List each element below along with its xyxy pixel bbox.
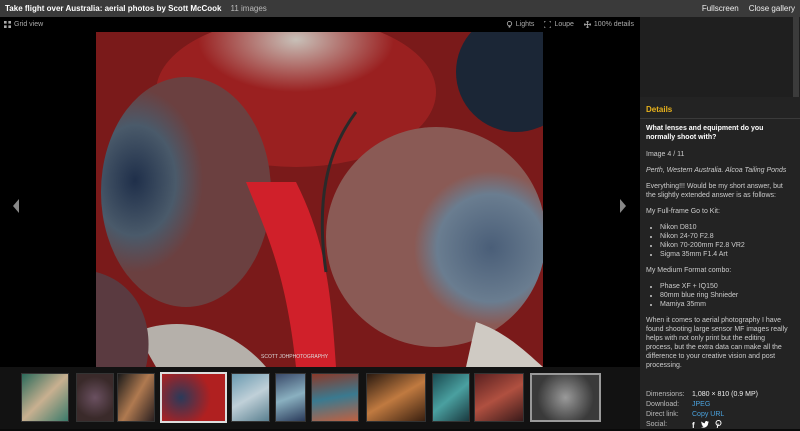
list-item: Mamiya 35mm bbox=[660, 300, 792, 309]
dimensions-value: 1,080 × 810 (0.9 MP) bbox=[692, 391, 758, 398]
loupe-icon bbox=[544, 21, 552, 28]
chevron-left-icon bbox=[13, 199, 19, 213]
gallery-title: Take flight over Australia: aerial photo… bbox=[5, 4, 222, 13]
viewer-toolbar: Grid view Lights Loupe 100% details bbox=[0, 19, 640, 31]
thumbnail-3[interactable] bbox=[117, 373, 155, 422]
main-photo[interactable]: SCOTT JOHPHOTOGRAPHY bbox=[96, 32, 543, 367]
move-icon bbox=[583, 21, 591, 28]
aerial-photo-image: SCOTT JOHPHOTOGRAPHY bbox=[96, 32, 543, 367]
grid-view-label: Grid view bbox=[14, 21, 44, 28]
list-item: Nikon D810 bbox=[660, 223, 792, 232]
zoom-details-button[interactable]: 100% details bbox=[583, 21, 634, 28]
zoom-details-label: 100% details bbox=[593, 21, 634, 28]
image-viewer: Grid view Lights Loupe 100% details SCOT… bbox=[0, 17, 640, 367]
list-item: Sigma 35mm F1.4 Art bbox=[660, 250, 792, 259]
thumbnail-7[interactable] bbox=[311, 373, 359, 422]
lightbulb-icon bbox=[506, 21, 512, 28]
thumbnail-1[interactable] bbox=[21, 373, 69, 422]
medium-format-list: Phase XF + IQ150 80mm blue ring Shnieder… bbox=[660, 282, 792, 309]
list-item: Nikon 24-70 F2.8 bbox=[660, 232, 792, 241]
sidebar-top-area bbox=[640, 17, 800, 97]
pinterest-icon[interactable] bbox=[715, 420, 722, 431]
full-frame-list: Nikon D810 Nikon 24-70 F2.8 Nikon 70-200… bbox=[660, 223, 792, 259]
social-label: Social: bbox=[646, 421, 668, 428]
image-count: 11 images bbox=[230, 4, 267, 13]
thumbnail-11[interactable] bbox=[530, 373, 601, 422]
copy-url-link[interactable]: Copy URL bbox=[692, 410, 724, 420]
closing-paragraph: When it comes to aerial photography I ha… bbox=[646, 317, 788, 369]
list-item: 80mm blue ring Shnieder bbox=[660, 291, 792, 300]
thumbnail-4-active[interactable] bbox=[160, 372, 227, 423]
thumbnail-strip bbox=[0, 367, 640, 429]
thumbnail-6[interactable] bbox=[275, 373, 306, 422]
list-item: Phase XF + IQ150 bbox=[660, 282, 792, 291]
photo-location: Perth, Western Australia. Alcoa Tailing … bbox=[646, 167, 787, 174]
thumbnail-9[interactable] bbox=[432, 373, 470, 422]
loupe-button[interactable]: Loupe bbox=[544, 21, 574, 28]
twitter-icon[interactable] bbox=[700, 420, 709, 431]
details-heading: Details bbox=[646, 105, 673, 114]
download-label: Download: bbox=[646, 401, 680, 408]
lights-label: Lights bbox=[515, 21, 535, 28]
lights-button[interactable]: Lights bbox=[506, 21, 535, 28]
divider bbox=[640, 118, 800, 119]
thumbnail-5[interactable] bbox=[231, 373, 270, 422]
grid-view-button[interactable]: Grid view bbox=[4, 21, 43, 28]
direct-link-label: Direct link: bbox=[646, 411, 679, 418]
loupe-label: Loupe bbox=[554, 21, 574, 28]
thumbnail-8[interactable] bbox=[366, 373, 426, 422]
sidebar-scrollbar[interactable] bbox=[793, 17, 799, 97]
details-content: What lenses and equipment do you normall… bbox=[646, 124, 792, 377]
medium-format-heading: My Medium Format combo: bbox=[646, 267, 732, 274]
social-icons: f bbox=[692, 420, 722, 431]
question-heading: What lenses and equipment do you normall… bbox=[646, 125, 764, 141]
next-image-button[interactable] bbox=[617, 195, 629, 217]
answer-intro: Everything!!! Would be my short answer, … bbox=[646, 183, 783, 199]
dimensions-label: Dimensions: bbox=[646, 391, 685, 398]
fullscreen-button[interactable]: Fullscreen bbox=[702, 4, 739, 13]
thumbnail-2[interactable] bbox=[76, 373, 114, 422]
previous-image-button[interactable] bbox=[10, 195, 22, 217]
facebook-icon[interactable]: f bbox=[692, 421, 695, 431]
image-meta: Dimensions: 1,080 × 810 (0.9 MP) Downloa… bbox=[646, 390, 796, 431]
thumbnail-10[interactable] bbox=[474, 373, 524, 422]
full-frame-heading: My Full-frame Go to Kit: bbox=[646, 208, 720, 215]
download-jpeg-link[interactable]: JPEG bbox=[692, 400, 710, 410]
details-sidebar: Details What lenses and equipment do you… bbox=[640, 17, 800, 431]
chevron-right-icon bbox=[620, 199, 626, 213]
close-gallery-button[interactable]: Close gallery bbox=[749, 4, 795, 13]
photo-watermark: SCOTT JOHPHOTOGRAPHY bbox=[261, 354, 329, 360]
image-index: Image 4 / 11 bbox=[646, 151, 685, 158]
list-item: Nikon 70-200mm F2.8 VR2 bbox=[660, 241, 792, 250]
grid-icon bbox=[4, 21, 11, 28]
gallery-header: Take flight over Australia: aerial photo… bbox=[0, 0, 800, 17]
